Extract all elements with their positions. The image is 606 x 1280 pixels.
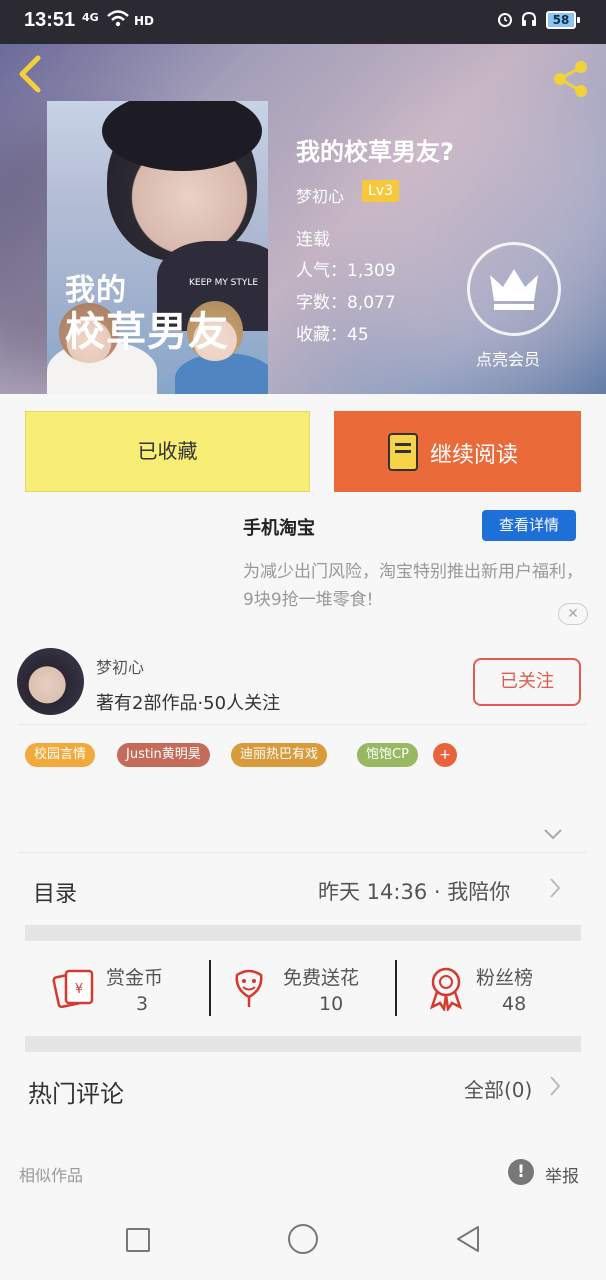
continue-reading-button[interactable]: 继续阅读 <box>334 411 581 492</box>
red-envelope-icon: ¥ <box>52 969 94 1009</box>
book-author[interactable]: 梦初心 <box>296 183 344 207</box>
gift-value: 10 <box>319 993 344 1015</box>
medal-icon <box>429 967 463 1011</box>
all-comments-link[interactable]: 全部(0) <box>464 1074 532 1103</box>
book-cover[interactable]: 我的 校草男友 KEEP MY STYLE <box>47 101 268 394</box>
battery-icon: 58 <box>546 11 580 29</box>
triangle-back-icon <box>457 1226 479 1252</box>
follow-button[interactable]: 已关注 <box>473 658 581 706</box>
crown-icon <box>490 269 538 310</box>
cover-tagline: KEEP MY STYLE <box>189 278 259 288</box>
book-icon <box>388 433 418 471</box>
popularity-stat: 人气：1,309 <box>296 256 396 281</box>
favorites-label: 收藏： <box>296 325 347 345</box>
gift-coins[interactable]: ¥ 赏金币 3 <box>52 963 192 1023</box>
gift-label: 免费送花 <box>283 967 360 989</box>
book-title: 我的校草男友? <box>296 138 454 166</box>
report-button[interactable]: 举报 <box>545 1162 579 1187</box>
svg-text:¥: ¥ <box>75 982 83 997</box>
recent-apps-button[interactable] <box>126 1228 150 1252</box>
home-button[interactable] <box>288 1224 318 1254</box>
hd-indicator: HD <box>134 14 155 28</box>
vip-label[interactable]: 点亮会员 <box>476 346 540 370</box>
catalog-label[interactable]: 目录 <box>33 876 77 908</box>
clock: 13:51 <box>24 9 76 31</box>
back-button[interactable] <box>14 54 54 94</box>
chevron-right-icon[interactable] <box>548 1074 562 1104</box>
gift-value: 48 <box>502 993 527 1015</box>
network-indicator: 4G <box>82 11 99 24</box>
latest-chapter[interactable]: 昨天 14:36 · 我陪你 <box>318 876 510 906</box>
gift-label: 赏金币 <box>106 967 164 989</box>
ad-detail-button[interactable]: 查看详情 <box>482 510 576 541</box>
author-meta: 著有2部作品·50人关注 <box>96 693 281 714</box>
favorites-value: 45 <box>347 325 369 345</box>
continue-reading-label: 继续阅读 <box>430 443 519 468</box>
vertical-divider <box>209 960 211 1016</box>
status-bar: 13:51 4G HD 58 <box>0 0 606 44</box>
chevron-down-icon <box>544 829 562 840</box>
fans-ranking[interactable]: 粉丝榜 48 <box>426 963 586 1023</box>
divider <box>18 852 586 853</box>
word-count-value: 8,077 <box>347 293 396 313</box>
popularity-label: 人气： <box>296 261 347 281</box>
share-button[interactable] <box>548 56 594 102</box>
background-blur <box>350 84 606 384</box>
author-name[interactable]: 梦初心 <box>96 654 144 678</box>
hot-comments-title: 热门评论 <box>28 1080 124 1108</box>
ad-title[interactable]: 手机淘宝 <box>243 514 315 540</box>
wifi-icon <box>106 8 130 35</box>
author-avatar[interactable] <box>17 648 84 715</box>
divider <box>18 724 586 725</box>
gift-label: 粉丝榜 <box>476 967 534 989</box>
tag-pill[interactable]: Justin黄明昊 <box>117 743 210 767</box>
tag-pill[interactable]: 饱饱CP <box>357 743 418 767</box>
book-status: 连载 <box>296 230 330 250</box>
popularity-value: 1,309 <box>347 261 396 281</box>
chevron-left-icon <box>19 55 41 93</box>
level-badge: Lv3 <box>362 180 399 202</box>
chevron-right-icon[interactable] <box>548 876 562 906</box>
vertical-divider <box>395 960 397 1016</box>
favorites-stat: 收藏：45 <box>296 320 369 345</box>
flower-icon <box>235 969 263 1007</box>
word-count-stat: 字数：8,077 <box>296 288 396 313</box>
book-header: 我的 校草男友 KEEP MY STYLE 我的校草男友? 梦初心 Lv3 连载… <box>0 44 606 394</box>
vip-button[interactable] <box>467 242 561 336</box>
back-nav-button[interactable] <box>454 1224 482 1258</box>
headset-icon <box>520 10 538 32</box>
share-icon <box>554 61 587 97</box>
section-separator <box>25 1036 581 1052</box>
report-icon[interactable]: ! <box>508 1159 534 1185</box>
tag-pill[interactable]: 校园言情 <box>25 743 96 767</box>
cover-title-line2: 校草男友 <box>65 309 229 355</box>
ad-close-button[interactable]: ✕ <box>558 603 588 625</box>
favorited-button[interactable]: 已收藏 <box>25 411 310 492</box>
gift-flowers[interactable]: 免费送花 10 <box>229 963 389 1023</box>
add-tag-button[interactable]: + <box>433 743 457 767</box>
word-count-label: 字数： <box>296 293 347 313</box>
similar-works-label: 相似作品 <box>19 1166 84 1185</box>
ad-text[interactable]: 为减少出门风险，淘宝特别推出新用户福利，9块9抢一堆零食! <box>243 558 593 614</box>
alarm-icon <box>496 10 514 33</box>
tag-pill[interactable]: 迪丽热巴有戏 <box>231 743 328 767</box>
section-separator <box>25 925 581 941</box>
gift-value: 3 <box>136 993 149 1015</box>
expand-button[interactable] <box>543 826 563 846</box>
